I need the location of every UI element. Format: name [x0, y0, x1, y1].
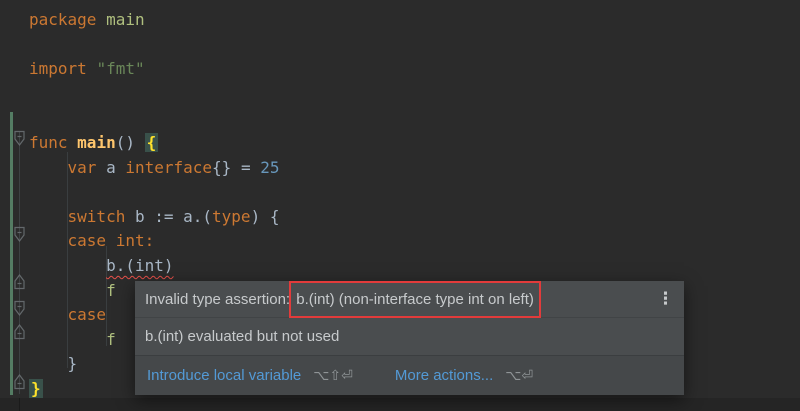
code-token: a: [96, 158, 125, 177]
code-line[interactable]: [29, 82, 279, 107]
code-line[interactable]: func main() {: [29, 131, 279, 156]
code-token: [29, 305, 68, 324]
code-line[interactable]: b.(int): [29, 254, 279, 279]
code-line[interactable]: case int:: [29, 229, 279, 254]
code-token: import: [29, 59, 87, 78]
code-token: switch: [68, 207, 126, 226]
code-token: main: [106, 10, 145, 29]
code-token: [29, 231, 68, 250]
code-line[interactable]: [29, 106, 279, 131]
more-actions-link[interactable]: More actions...: [395, 367, 493, 384]
annotation-highlight-box: b.(int) (non-interface type int on left): [289, 281, 541, 318]
code-token: [29, 158, 68, 177]
code-token: main: [77, 133, 116, 152]
code-token: [29, 281, 106, 300]
introduce-local-variable-link[interactable]: Introduce local variable: [147, 367, 301, 384]
code-token: }: [29, 354, 77, 373]
gutter-separator: [19, 398, 20, 411]
editor-pane: package mainimport "fmt"func main() { va…: [0, 0, 800, 411]
code-token: b.(int): [106, 256, 173, 275]
code-token: [29, 256, 106, 275]
code-token: case: [68, 231, 107, 250]
code-token: case: [68, 305, 107, 324]
code-token: "fmt": [96, 59, 144, 78]
warning-message: b.(int) evaluated but not used: [145, 328, 339, 345]
code-line[interactable]: [29, 33, 279, 58]
code-token: package: [29, 10, 96, 29]
vcs-change-bar[interactable]: [10, 112, 13, 395]
error-message: Invalid type assertion: b.(int) (non-int…: [145, 291, 654, 308]
kebab-menu-icon[interactable]: ⋮: [654, 291, 674, 308]
error-message-row: Invalid type assertion: b.(int) (non-int…: [135, 281, 684, 317]
code-token: {: [145, 133, 159, 152]
code-token: f: [106, 330, 116, 349]
code-line[interactable]: import "fmt": [29, 57, 279, 82]
fold-gutter-line: [19, 132, 20, 394]
editor-bottom-edge: [0, 398, 800, 411]
fold-marker-icon[interactable]: [13, 130, 26, 147]
code-token: [96, 10, 106, 29]
code-token: interface: [125, 158, 212, 177]
code-token: [106, 231, 116, 250]
code-token: ) {: [251, 207, 280, 226]
code-token: b := a.(: [125, 207, 212, 226]
tooltip-actions-row: Introduce local variable ⌥⇧⏎ More action…: [135, 355, 684, 395]
code-token: (): [116, 133, 145, 152]
code-line[interactable]: switch b := a.(type) {: [29, 205, 279, 230]
code-token: [68, 133, 78, 152]
shortcut-hint: ⌥⏎: [505, 368, 533, 384]
code-token: int:: [116, 231, 155, 250]
code-token: 25: [260, 158, 279, 177]
warning-message-row: b.(int) evaluated but not used: [135, 318, 684, 355]
code-token: var: [68, 158, 97, 177]
code-line[interactable]: package main: [29, 8, 279, 33]
fold-marker-icon[interactable]: [13, 226, 26, 243]
fold-marker-icon[interactable]: [13, 273, 26, 290]
code-token: }: [29, 379, 43, 398]
error-message-prefix: Invalid type assertion:: [145, 291, 294, 308]
shortcut-hint: ⌥⇧⏎: [313, 368, 353, 384]
fold-marker-icon[interactable]: [13, 300, 26, 317]
code-token: [29, 207, 68, 226]
code-token: [29, 330, 106, 349]
code-token: func: [29, 133, 68, 152]
fold-marker-icon[interactable]: [13, 373, 26, 390]
code-token: [87, 59, 97, 78]
code-token: {} =: [212, 158, 260, 177]
code-line[interactable]: var a interface{} = 25: [29, 156, 279, 181]
code-token: type: [212, 207, 251, 226]
code-token: f: [106, 281, 116, 300]
fold-marker-icon[interactable]: [13, 323, 26, 340]
inspection-tooltip: Invalid type assertion: b.(int) (non-int…: [135, 281, 684, 395]
code-line[interactable]: [29, 180, 279, 205]
